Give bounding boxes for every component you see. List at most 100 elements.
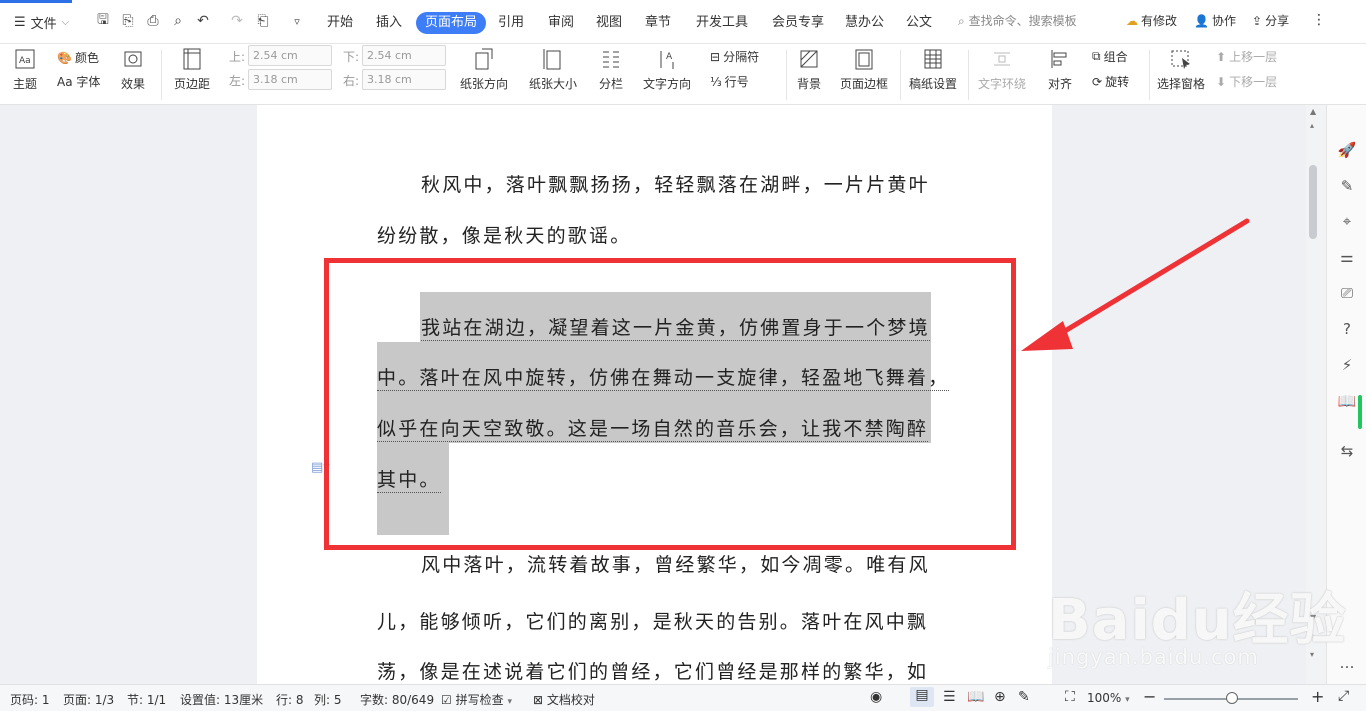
paragraph-3-line-2[interactable]: 儿，能够倾听，它们的离别，是秋天的告别。落叶在风中飘: [377, 607, 932, 634]
redo-icon[interactable]: ↷: [228, 12, 246, 30]
zoom-in-icon[interactable]: +: [1311, 687, 1324, 706]
colors-button[interactable]: 🎨 颜色: [57, 49, 99, 66]
web-view-icon[interactable]: ⊕: [994, 689, 1006, 705]
tab-developer[interactable]: 开发工具: [696, 12, 748, 34]
scrollbar-thumb[interactable]: [1309, 165, 1317, 239]
zoom-slider-knob[interactable]: [1226, 692, 1238, 704]
select-cursor-icon[interactable]: ⌖: [1337, 211, 1357, 231]
annotation-highlight-box: [324, 258, 1016, 550]
doc-check-button[interactable]: ⊠ 文档校对: [533, 691, 595, 708]
format-painter-icon[interactable]: ⎗: [254, 12, 272, 30]
effects-button[interactable]: 效果: [120, 46, 146, 92]
reading-view-icon[interactable]: 📖: [967, 689, 984, 705]
tab-official-doc[interactable]: 公文: [906, 12, 932, 34]
zoom-out-icon[interactable]: −: [1143, 687, 1156, 706]
share-button[interactable]: ⇪ 分享: [1252, 12, 1289, 29]
word-count[interactable]: 字数: 80/649: [360, 691, 434, 708]
columns-label: 分栏: [598, 77, 623, 91]
paragraph-1-line-2[interactable]: 纷纷散，像是秋天的歌谣。: [377, 221, 932, 248]
print-preview-icon[interactable]: ⌕: [169, 12, 187, 30]
margin-top-field[interactable]: 2.54 cm: [248, 45, 332, 66]
search-icon: ⌕: [958, 14, 965, 28]
scroll-top-icon[interactable]: ▴: [1310, 121, 1314, 130]
spell-check-button[interactable]: ☑ 拼写检查 ▾: [441, 691, 512, 708]
manuscript-settings-button[interactable]: 稿纸设置: [909, 46, 957, 92]
margin-bottom-field[interactable]: 2.54 cm: [362, 45, 446, 66]
page-number[interactable]: 页码: 1: [10, 691, 50, 708]
tab-references[interactable]: 引用: [498, 12, 524, 34]
bring-forward-icon: ⬆: [1216, 49, 1227, 64]
selection-pane-button[interactable]: 选择窗格: [1157, 46, 1205, 92]
theme-button[interactable]: Aa 主题: [12, 46, 38, 92]
align-button[interactable]: 对齐: [1047, 46, 1073, 92]
tab-home[interactable]: 开始: [327, 12, 353, 34]
tab-view[interactable]: 视图: [596, 12, 622, 34]
customize-quick-access-icon[interactable]: ▿: [288, 12, 306, 30]
lightbulb-icon[interactable]: ⚡: [1337, 355, 1357, 375]
collaborate-button[interactable]: 👤 协作: [1194, 12, 1236, 29]
row-indicator[interactable]: 行: 8: [276, 691, 304, 708]
edit-pen-icon[interactable]: ✎: [1337, 176, 1357, 196]
eye-protection-icon[interactable]: ◉: [870, 689, 882, 705]
send-backward-button[interactable]: ⬇ 下移一层: [1216, 73, 1277, 90]
margin-right-field[interactable]: 3.18 cm: [362, 69, 446, 90]
column-indicator[interactable]: 列: 5: [314, 691, 342, 708]
columns-button[interactable]: 分栏: [598, 46, 624, 92]
margins-button[interactable]: 页边距: [174, 46, 210, 92]
orientation-button[interactable]: 纸张方向: [460, 46, 508, 92]
tab-member[interactable]: 会员专享: [772, 12, 824, 34]
align-label: 对齐: [1047, 77, 1072, 91]
sliders-icon[interactable]: ⚌: [1337, 247, 1357, 267]
setting-value[interactable]: 设置值: 13厘米: [180, 691, 263, 708]
page-view-icon[interactable]: ▤: [910, 687, 934, 707]
margin-left-field[interactable]: 3.18 cm: [248, 69, 332, 90]
paper-size-button[interactable]: 纸张大小: [529, 46, 577, 92]
tab-review[interactable]: 审阅: [548, 12, 574, 34]
zoom-level[interactable]: 100% ▾: [1087, 691, 1130, 705]
text-direction-button[interactable]: A 文字方向: [643, 46, 691, 92]
bring-forward-button[interactable]: ⬆ 上移一层: [1216, 48, 1277, 65]
selection-pane-label: 选择窗格: [1157, 77, 1206, 91]
tab-smart-office[interactable]: 慧办公: [845, 12, 884, 34]
image-tools-icon[interactable]: ⎚: [1337, 283, 1357, 303]
export-pdf-icon[interactable]: ⎘: [119, 12, 137, 30]
manuscript-settings-label: 稿纸设置: [909, 77, 958, 91]
write-mode-icon[interactable]: ✎: [1018, 689, 1030, 705]
help-icon[interactable]: ?: [1337, 319, 1357, 339]
page-border-button[interactable]: 页面边框: [840, 46, 888, 92]
breaks-button[interactable]: ⊟ 分隔符: [710, 48, 759, 65]
rotate-button[interactable]: ⟳ 旋转: [1092, 73, 1129, 90]
line-numbers-button[interactable]: ⅓ 行号: [710, 73, 749, 90]
text-wrap-button[interactable]: 文字环绕: [978, 46, 1026, 92]
line-numbers-icon: ⅓: [710, 74, 722, 89]
background-button[interactable]: 背景: [796, 46, 822, 92]
ribbon-divider: [900, 50, 901, 100]
outline-view-icon[interactable]: ☰: [943, 689, 956, 705]
has-changes-button[interactable]: ☁ 有修改: [1126, 12, 1177, 29]
tab-page-layout[interactable]: 页面布局: [416, 12, 487, 34]
rocket-icon[interactable]: 🚀: [1337, 140, 1357, 160]
translate-icon[interactable]: ⇆: [1337, 441, 1357, 461]
collaborate-label: 协作: [1211, 14, 1236, 28]
fonts-button[interactable]: Aa 字体: [57, 73, 100, 90]
section-indicator[interactable]: 节: 1/1: [127, 691, 166, 708]
page-count[interactable]: 页面: 1/3: [63, 691, 114, 708]
undo-icon[interactable]: ↶: [194, 12, 212, 30]
book-icon[interactable]: 📖: [1337, 391, 1357, 411]
more-tools-icon[interactable]: …: [1337, 653, 1357, 673]
fit-page-icon[interactable]: ⛶: [1065, 689, 1075, 705]
scroll-up-icon[interactable]: ▲: [1310, 107, 1316, 116]
file-menu[interactable]: ☰ 文件 ⌵: [14, 13, 69, 32]
effects-label: 效果: [120, 77, 145, 91]
command-search[interactable]: ⌕ 查找命令、搜索模板: [958, 12, 1077, 29]
save-icon[interactable]: 🖫: [94, 12, 112, 30]
tab-insert[interactable]: 插入: [376, 12, 402, 34]
tab-chapter[interactable]: 章节: [645, 12, 671, 34]
paragraph-1-line-1[interactable]: 秋风中，落叶飘飘扬扬，轻轻飘落在湖畔，一片片黄叶: [421, 170, 976, 197]
more-options-icon[interactable]: ⋮: [1312, 12, 1326, 28]
fullscreen-icon[interactable]: ⤢: [1338, 688, 1349, 704]
group-button[interactable]: ⧉ 组合: [1092, 48, 1128, 65]
paragraph-3-line-3[interactable]: 荡，像是在述说着它们的曾经，它们曾经是那样的繁华，如: [377, 657, 932, 681]
paragraph-3-line-1[interactable]: 风中落叶，流转着故事，曾经繁华，如今凋零。唯有风: [421, 550, 976, 577]
print-icon[interactable]: ⎙: [144, 12, 162, 30]
